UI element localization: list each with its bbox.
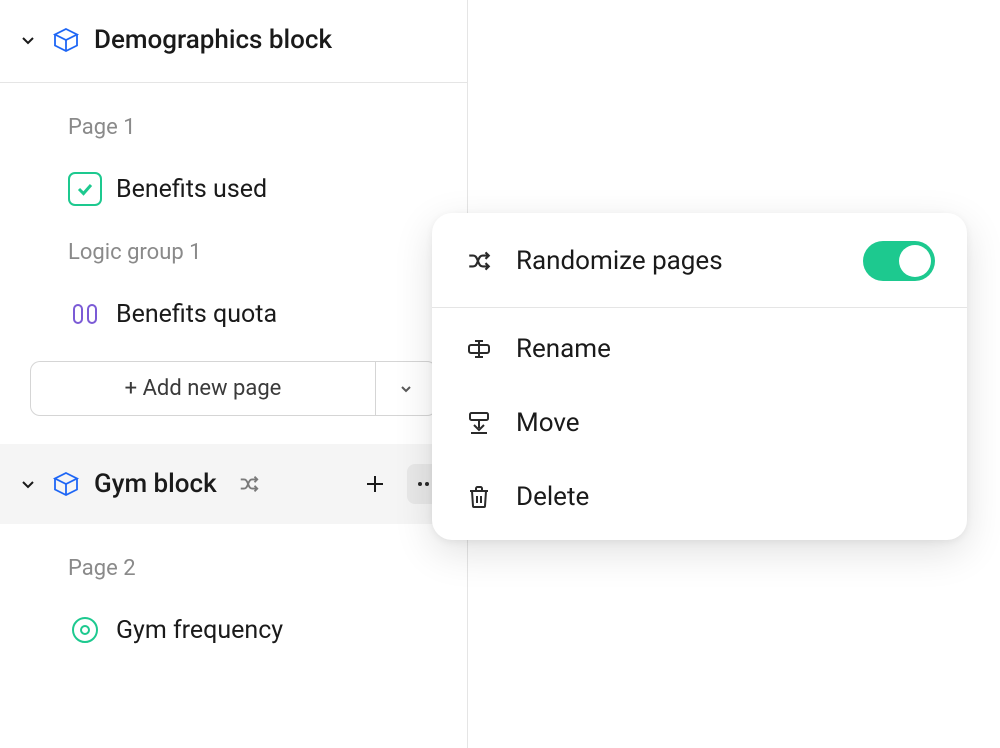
radio-question-icon <box>68 613 102 647</box>
add-page-dropdown-button[interactable] <box>375 361 437 416</box>
menu-item-randomize-pages[interactable]: Randomize pages <box>432 213 967 308</box>
block-header-demographics[interactable]: Demographics block <box>0 0 467 83</box>
menu-label: Delete <box>516 482 935 512</box>
menu-item-rename[interactable]: Rename <box>432 308 967 386</box>
trash-icon <box>464 482 494 512</box>
demographics-content: Page 1 Benefits used Logic group 1 Benef… <box>0 83 467 428</box>
block-title: Gym block <box>94 469 217 499</box>
logic-group-label: Logic group 1 <box>0 218 467 273</box>
block-header-gym[interactable]: Gym block <box>0 444 467 524</box>
page-label: Page 1 <box>0 107 467 148</box>
question-benefits-used[interactable]: Benefits used <box>0 160 467 218</box>
toggle-knob <box>899 245 931 277</box>
menu-label: Rename <box>516 334 935 364</box>
page-label: Page 2 <box>0 548 467 589</box>
menu-item-move[interactable]: Move <box>432 386 967 460</box>
add-button[interactable] <box>355 464 395 504</box>
add-page-row: + Add new page <box>0 343 467 428</box>
menu-label: Randomize pages <box>516 246 841 276</box>
question-gym-frequency[interactable]: Gym frequency <box>0 601 467 659</box>
chevron-down-icon <box>18 30 38 50</box>
checkbox-question-icon <box>68 172 102 206</box>
survey-tree-sidebar: Demographics block Page 1 Benefits used … <box>0 0 468 748</box>
gym-block-section: Gym block Page 2 <box>0 444 467 659</box>
shuffle-icon <box>464 246 494 276</box>
quota-benefits-quota[interactable]: Benefits quota <box>0 285 467 343</box>
gym-content: Page 2 Gym frequency <box>0 524 467 659</box>
block-cube-icon <box>50 468 82 500</box>
add-new-page-button[interactable]: + Add new page <box>30 361 375 416</box>
rename-icon <box>464 334 494 364</box>
menu-item-delete[interactable]: Delete <box>432 460 967 540</box>
block-options-menu: Randomize pages Rename Move <box>432 213 967 540</box>
shuffle-icon <box>237 472 261 496</box>
quota-label: Benefits quota <box>116 300 277 329</box>
block-cube-icon <box>50 24 82 56</box>
menu-label: Move <box>516 408 935 438</box>
move-icon <box>464 408 494 438</box>
question-label: Gym frequency <box>116 616 283 645</box>
question-label: Benefits used <box>116 175 267 204</box>
chevron-down-icon <box>18 474 38 494</box>
quota-icon <box>68 297 102 331</box>
randomize-toggle[interactable] <box>863 241 935 281</box>
block-title: Demographics block <box>94 25 332 55</box>
